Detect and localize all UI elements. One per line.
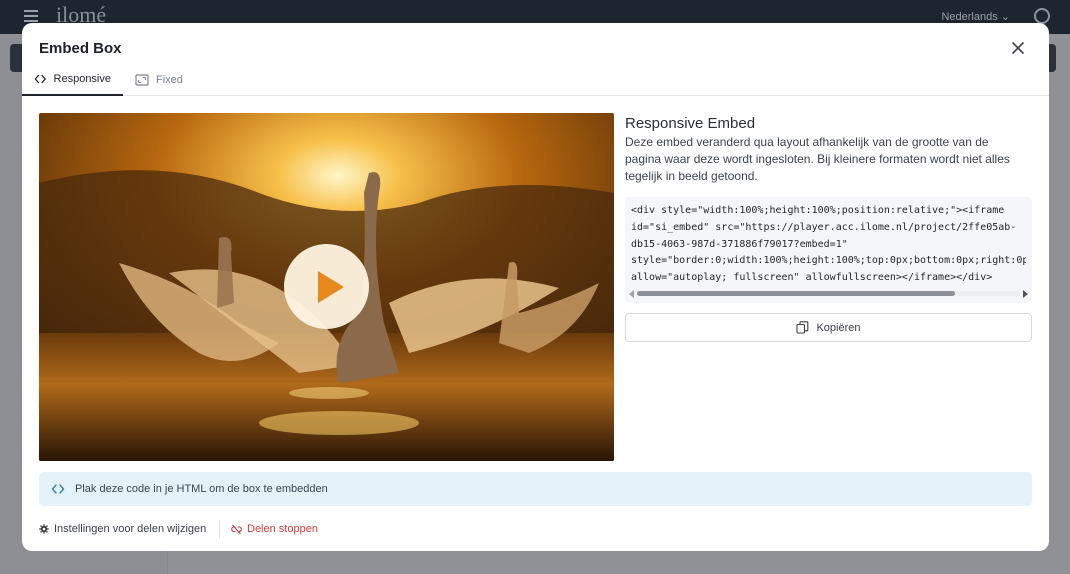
- info-bar: Plak deze code in je HTML om de box te e…: [39, 472, 1032, 506]
- tab-fixed-label: Fixed: [156, 73, 183, 86]
- user-icon[interactable]: [1034, 8, 1050, 24]
- modal-title: Embed Box: [39, 40, 122, 57]
- copy-button[interactable]: Kopiëren: [625, 313, 1032, 342]
- code-line: style="border:0;width:100%;height:100%;t…: [631, 255, 1026, 267]
- code-scrollbar[interactable]: [629, 289, 1028, 298]
- tab-responsive[interactable]: Responsive: [22, 63, 123, 96]
- play-button[interactable]: [284, 244, 369, 329]
- embed-modal: Embed Box Responsive Fixed Responsive Em…: [22, 23, 1049, 551]
- gear-icon: [39, 524, 49, 534]
- close-icon: [1012, 42, 1024, 54]
- code-line: id="si_embed" src="https://player.acc.il…: [631, 221, 1017, 233]
- embed-code-box[interactable]: <div style="width:100%;height:100%;posit…: [625, 197, 1032, 303]
- copy-icon: [796, 321, 809, 334]
- language-select[interactable]: Nederlands ⌄: [941, 10, 1010, 23]
- code-icon: [34, 74, 46, 83]
- embed-tabs: Responsive Fixed: [22, 63, 1049, 96]
- code-line: <div style="width:100%;height:100%;posit…: [631, 205, 1005, 216]
- code-line: db15-4063-987d-371886f79017?embed=1": [631, 238, 848, 250]
- code-icon: [51, 484, 65, 494]
- video-preview[interactable]: [39, 113, 614, 461]
- sharing-settings-label: Instellingen voor delen wijzigen: [54, 523, 207, 535]
- copy-button-label: Kopiëren: [816, 321, 861, 334]
- embed-description: Deze embed veranderd qua layout afhankel…: [625, 135, 1010, 183]
- scroll-left-icon[interactable]: [629, 290, 634, 298]
- scroll-thumb[interactable]: [637, 291, 955, 296]
- close-button[interactable]: [1009, 39, 1027, 57]
- embed-title: Responsive Embed: [625, 115, 756, 132]
- code-line: allow="autoplay; fullscreen" allowfullsc…: [631, 272, 993, 284]
- scroll-right-icon[interactable]: [1023, 290, 1028, 298]
- unlink-icon: [231, 524, 242, 534]
- sharing-settings-link[interactable]: Instellingen voor delen wijzigen: [39, 523, 206, 535]
- info-text: Plak deze code in je HTML om de box te e…: [75, 483, 328, 495]
- embed-code[interactable]: <div style="width:100%;height:100%;posit…: [631, 203, 1026, 287]
- footer-divider: [219, 521, 220, 538]
- play-icon: [317, 270, 344, 303]
- language-label: Nederlands: [941, 11, 998, 23]
- tab-fixed[interactable]: Fixed: [123, 63, 195, 96]
- frame-icon: [135, 73, 149, 86]
- menu-icon[interactable]: [24, 10, 38, 22]
- stop-sharing-label: Delen stoppen: [247, 523, 318, 535]
- tab-responsive-label: Responsive: [53, 72, 111, 85]
- stop-sharing-link[interactable]: Delen stoppen: [231, 523, 318, 535]
